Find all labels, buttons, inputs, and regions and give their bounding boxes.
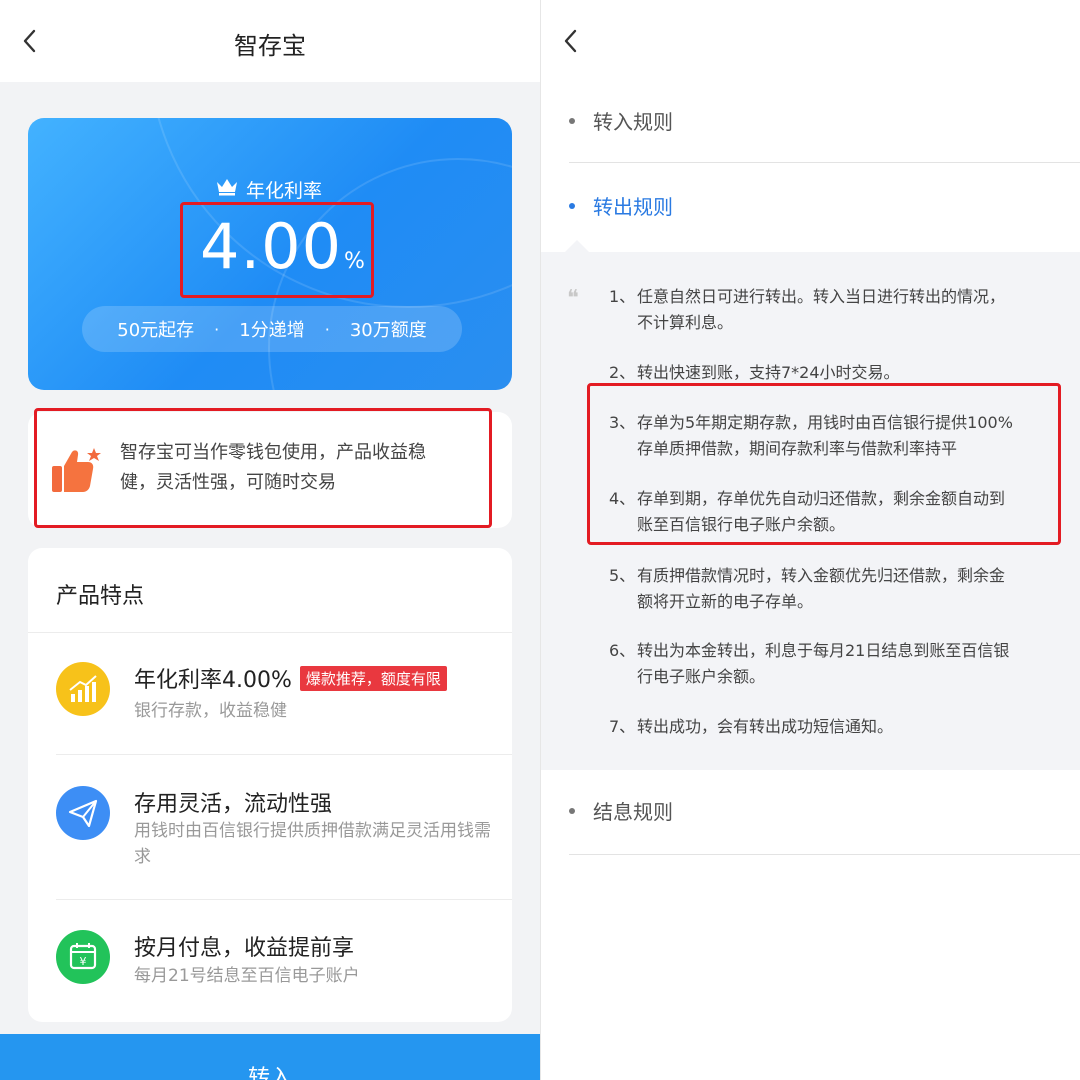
rule-text: 不计算利息。 (637, 313, 734, 332)
rule-text: 行电子账户余额。 (637, 667, 766, 686)
rule-number: 6、 (609, 641, 636, 660)
tag-separator: · (324, 319, 330, 339)
feature-title: 存用灵活，流动性强 (134, 792, 333, 817)
tag-min-deposit: 50元起存 (117, 320, 195, 341)
feature-desc: 用钱时由百信银行提供质押借款满足灵活用钱需求 (134, 821, 491, 867)
page-title: 智存宝 (234, 32, 306, 60)
features-title: 产品特点 (56, 584, 145, 609)
rate-card: 年化利率 4.00% 50元起存 · 1分递增 · 30万额度 (28, 118, 512, 390)
product-panel: 智存宝 年化利率 4.00% 50元起存 · 1分递增 · 30万额度 智存宝可… (0, 0, 540, 1080)
hot-badge: 爆款推荐，额度有限 (299, 666, 447, 691)
divider (28, 632, 512, 633)
divider (569, 854, 1080, 855)
bullet-icon (569, 203, 575, 209)
chevron-left-icon (564, 29, 577, 53)
rule-text: 转出为本金转出，利息于每月21日结息到账至百信银 (637, 641, 1010, 660)
rules-panel: 转入规则 转出规则 ❝ 1、 任意自然日可进行转出。转入当日进行转出的情况， 不计算… (540, 0, 1080, 1080)
rule-text: 转出成功，会有转出成功短信通知。 (637, 717, 894, 736)
header (541, 0, 1080, 82)
bullet-icon (569, 808, 575, 814)
divider (56, 899, 512, 900)
tag-increment: 1分递增 (239, 320, 305, 341)
rule-text: 额将开立新的电子存单。 (637, 592, 814, 611)
rate-highlight-box (180, 202, 374, 298)
feature-desc: 每月21号结息至百信电子账户 (134, 966, 360, 986)
tag-limit: 30万额度 (349, 320, 427, 341)
rule-number: 1、 (609, 287, 636, 306)
rate-label: 年化利率 (246, 180, 323, 202)
section-label: 转入规则 (593, 110, 673, 134)
section-transfer-out-rules[interactable]: 转出规则 (569, 177, 1080, 237)
svg-text:¥: ¥ (80, 955, 87, 968)
paper-plane-icon (56, 786, 110, 840)
quote-icon: ❝ (567, 286, 579, 311)
rules-highlight-box (587, 383, 1061, 545)
divider (56, 754, 512, 755)
bullet-icon (569, 118, 575, 124)
section-interest-rules[interactable]: 结息规则 (569, 782, 1080, 842)
tag-separator: · (214, 319, 220, 339)
calendar-yen-icon: ¥ (56, 930, 110, 984)
feature-title: 年化利率4.00% 爆款推荐，额度有限 (134, 662, 447, 694)
crown-icon (217, 179, 237, 196)
expand-caret (565, 240, 589, 252)
section-label: 转出规则 (593, 195, 673, 219)
back-button[interactable] (555, 24, 589, 58)
rule-number: 7、 (609, 717, 636, 736)
divider (569, 162, 1080, 163)
feature-title-text: 年化利率4.00% (134, 668, 292, 693)
tip-highlight-box (34, 408, 492, 528)
feature-desc: 银行存款，收益稳健 (134, 701, 287, 721)
section-transfer-in-rules[interactable]: 转入规则 (569, 92, 1080, 152)
rule-text: 任意自然日可进行转出。转入当日进行转出的情况， (637, 287, 1006, 306)
rule-text: 有质押借款情况时，转入金额优先归还借款，剩余金 (637, 566, 1006, 585)
header: 智存宝 (0, 0, 540, 82)
transfer-in-button[interactable]: 转入 (0, 1034, 540, 1080)
section-label: 结息规则 (593, 800, 673, 824)
feature-title: 按月付息，收益提前享 (134, 936, 355, 961)
product-tags: 50元起存 · 1分递增 · 30万额度 (82, 306, 462, 352)
rule-number: 5、 (609, 566, 636, 585)
chart-growth-icon (56, 662, 110, 716)
